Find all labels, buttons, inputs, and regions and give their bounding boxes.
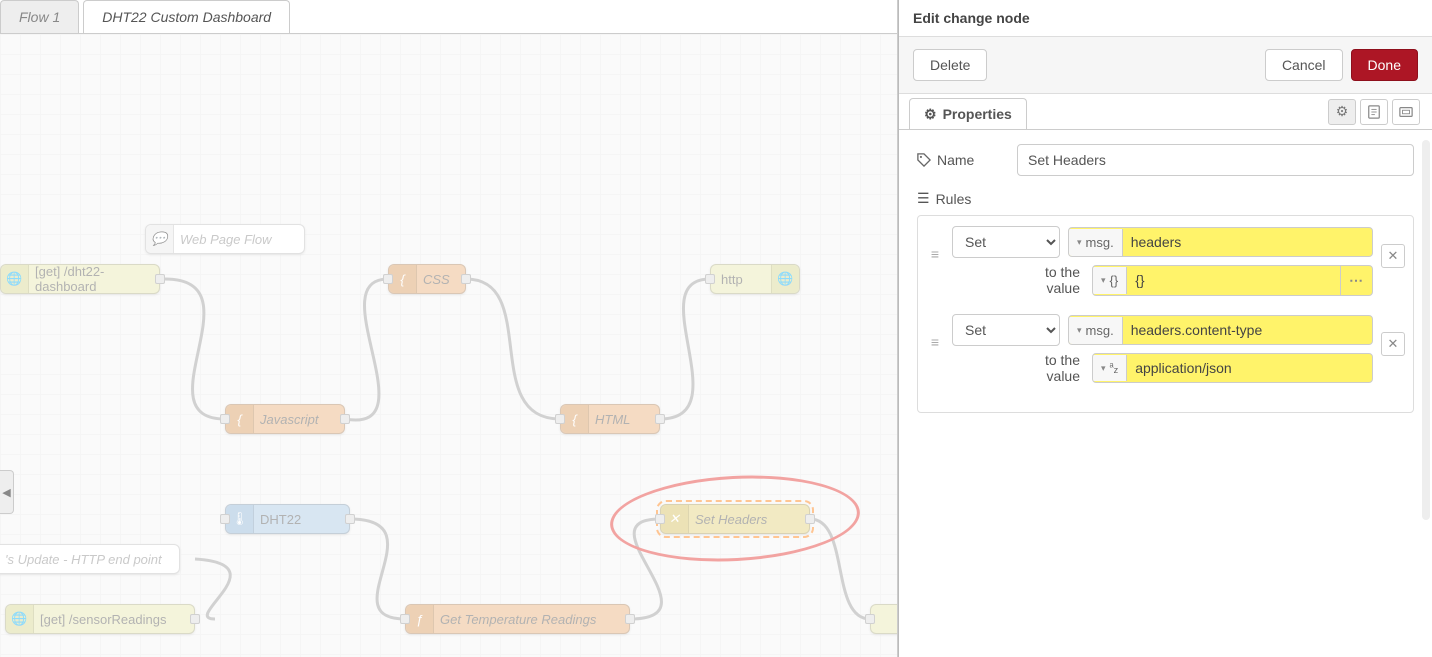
node-template-css[interactable]: { CSS [388,264,466,294]
node-http-response-2[interactable]: h [870,604,898,634]
properties-tab-bar: ⚙ Properties ⚙ [899,94,1432,130]
sensor-icon: 🌡 [226,505,254,533]
palette-toggle[interactable]: ◀ [0,470,14,514]
rule-row: ≡ Set ▾msg. headers.content-type [926,314,1405,390]
template-icon: { [389,265,417,293]
appearance-icon [1399,105,1413,119]
function-icon: ƒ [406,605,434,633]
expand-json-button[interactable]: ⋯ [1340,266,1372,295]
delete-rule-button[interactable]: ✕ [1381,332,1405,356]
flow-workspace: Flow 1 DHT22 Custom Dashboard ◀ 💬 Web Pa… [0,0,898,657]
flow-canvas[interactable]: 💬 Web Page Flow 🌐 [get] /dht22-dashboard… [0,34,897,657]
template-icon: { [226,405,254,433]
tag-icon [917,153,931,167]
rules-label: ☰ Rules [917,190,1017,207]
comment-icon: 💬 [146,225,174,253]
drag-handle-icon[interactable]: ≡ [926,226,944,262]
string-type-icon: ᵃz [1110,361,1119,375]
rule-target-input[interactable]: ▾msg. headers [1068,227,1373,257]
rules-container: ≡ Set ▾msg. headers to the v [917,215,1414,413]
node-http-in-dashboard[interactable]: 🌐 [get] /dht22-dashboard [0,264,160,294]
panel-title: Edit change node [899,0,1432,37]
edit-panel: Edit change node Delete Cancel Done ⚙ Pr… [898,0,1432,657]
rule-value-input[interactable]: ▾{} {} ⋯ [1092,265,1373,296]
rule-target-input[interactable]: ▾msg. headers.content-type [1068,315,1373,345]
node-dht22[interactable]: 🌡 DHT22 [225,504,350,534]
panel-actions: Delete Cancel Done [899,37,1432,94]
globe-icon: 🌐 [1,265,29,293]
tab-bar: Flow 1 DHT22 Custom Dashboard [0,0,897,34]
change-icon: ✕ [661,505,689,533]
node-comment-webpage[interactable]: 💬 Web Page Flow [145,224,305,254]
delete-rule-button[interactable]: ✕ [1381,244,1405,268]
tab-properties[interactable]: ⚙ Properties [909,98,1027,129]
tab-dht22-dashboard[interactable]: DHT22 Custom Dashboard [83,0,290,33]
node-appearance-button[interactable] [1392,99,1420,125]
rule-value-input[interactable]: ▾ᵃz application/json [1092,353,1373,383]
node-template-readings[interactable]: ƒ Get Temperature Readings [405,604,630,634]
node-http-response[interactable]: http 🌐 [710,264,800,294]
name-input[interactable] [1017,144,1414,176]
done-button[interactable]: Done [1351,49,1418,81]
properties-form: Name ☰ Rules ≡ Set [899,130,1432,427]
panel-scrollbar[interactable] [1422,140,1430,520]
drag-handle-icon[interactable]: ≡ [926,314,944,350]
rule-action-select[interactable]: Set [952,314,1060,346]
node-set-headers[interactable]: ✕ Set Headers [660,504,810,534]
node-template-html[interactable]: { HTML [560,404,660,434]
template-icon: { [561,405,589,433]
node-description-button[interactable] [1360,99,1388,125]
globe-icon: 🌐 [6,605,34,633]
node-http-in-sensor[interactable]: 🌐 [get] /sensorReadings [5,604,195,634]
document-icon [1367,105,1381,119]
node-template-js[interactable]: { Javascript [225,404,345,434]
list-icon: ☰ [917,190,930,207]
rule-action-select[interactable]: Set [952,226,1060,258]
gear-icon: ⚙ [924,106,937,123]
delete-button[interactable]: Delete [913,49,987,81]
node-comment-update[interactable]: 's Update - HTTP end point [0,544,180,574]
tab-flow-1[interactable]: Flow 1 [0,0,79,33]
rule-row: ≡ Set ▾msg. headers to the v [926,226,1405,302]
name-label: Name [917,152,1017,168]
node-settings-button[interactable]: ⚙ [1328,99,1356,125]
globe-icon: 🌐 [771,265,799,293]
cancel-button[interactable]: Cancel [1265,49,1343,81]
